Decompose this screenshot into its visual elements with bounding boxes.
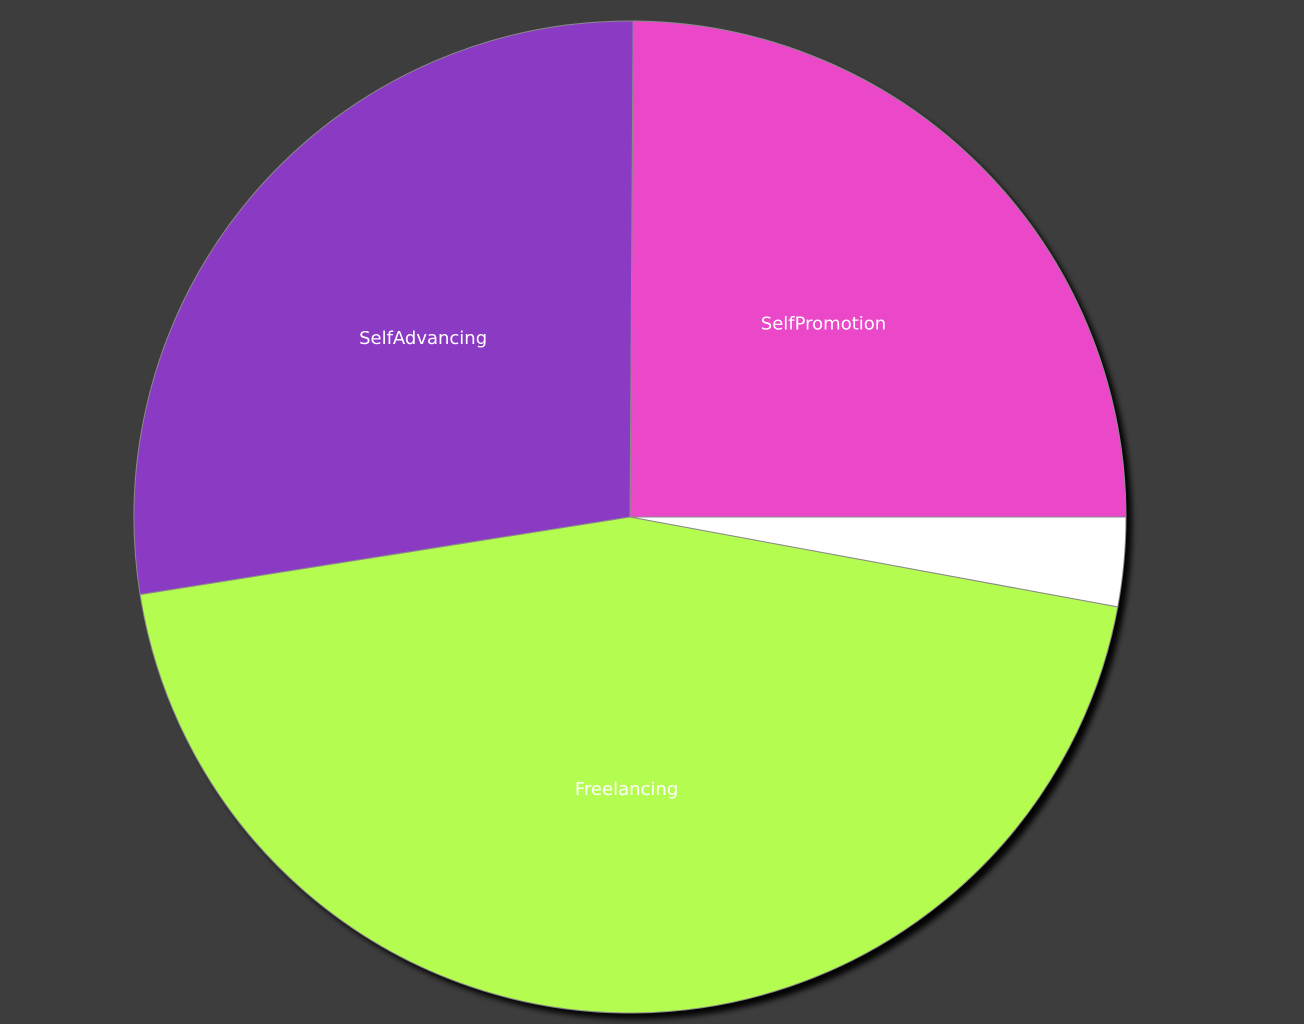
slice-label-selfpromotion: SelfPromotion	[761, 314, 886, 335]
slice-freelancing	[139, 516, 1119, 1014]
pie-slices	[133, 20, 1127, 1014]
slice-selfadvancing	[133, 20, 634, 596]
slice-label-selfadvancing: SelfAdvancing	[359, 328, 487, 349]
slice-selfpromotion	[629, 20, 1127, 518]
slice-label-freelancing: Freelancing	[575, 779, 678, 800]
pie-chart: SelfPromotion SelfAdvancing Freelancing	[133, 20, 1127, 1014]
